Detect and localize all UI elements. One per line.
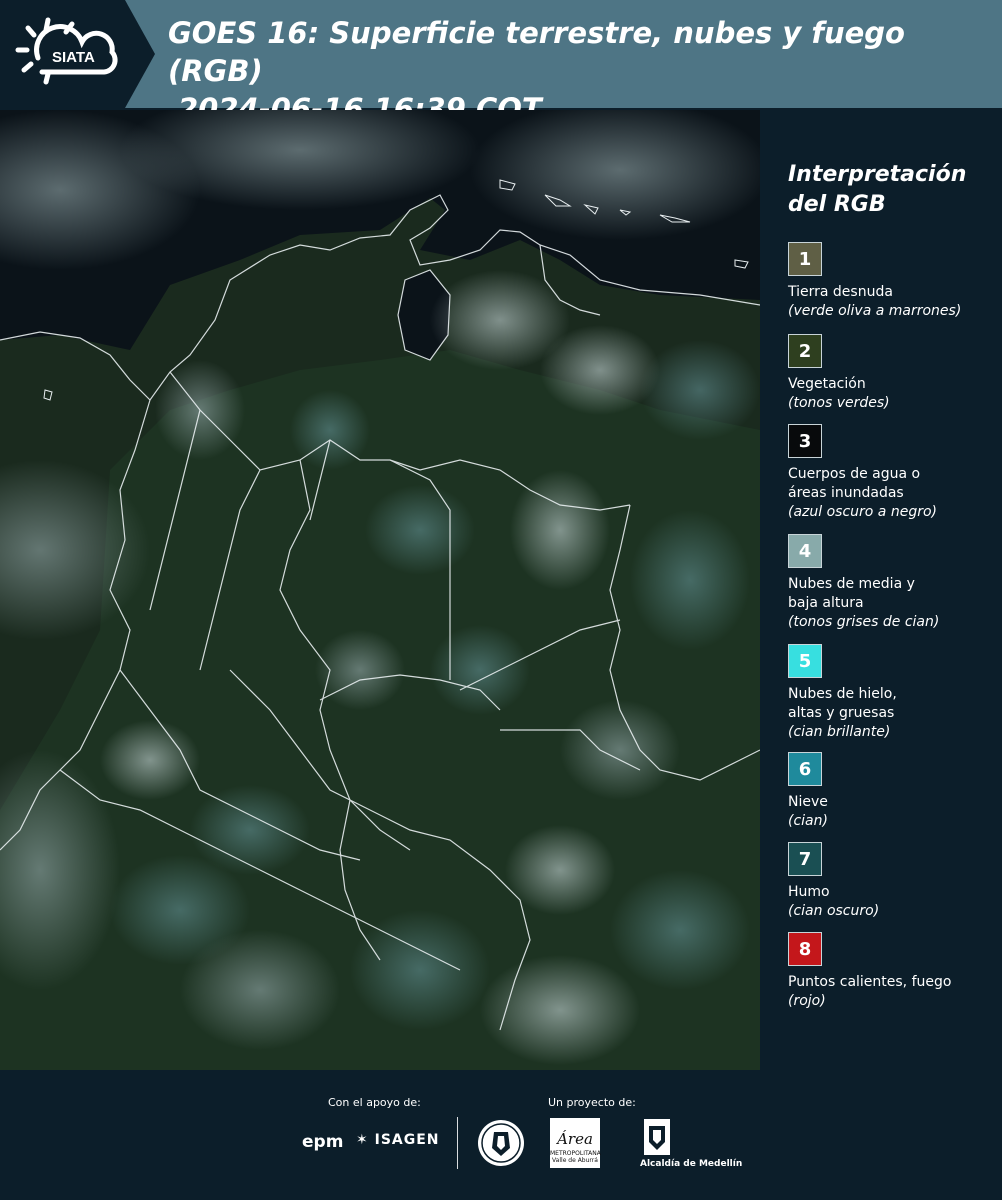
- header-bar: SIATA GOES 16: Superficie terrestre, nub…: [0, 0, 1002, 126]
- legend-swatch: 8: [788, 932, 822, 966]
- legend-item-label: Humo: [788, 884, 830, 900]
- legend-item-low-clouds: 4 Nubes de media y baja altura (tonos gr…: [788, 534, 948, 632]
- legend-item-note: (cian brillante): [788, 724, 891, 740]
- siata-logo-badge: SIATA: [0, 0, 155, 108]
- legend-title: Interpretación del RGB: [788, 160, 998, 220]
- legend-swatch: 6: [788, 752, 822, 786]
- legend-item-bare-soil: 1 Tierra desnuda (verde oliva a marrones…: [788, 242, 961, 321]
- legend-swatch: 3: [788, 424, 822, 458]
- legend-item-label: Puntos calientes, fuego: [788, 974, 952, 990]
- epm-logo: epm: [302, 1132, 344, 1152]
- siata-logo: SIATA: [0, 0, 155, 108]
- legend-item-note: (tonos verdes): [788, 395, 890, 411]
- legend-item-note: (cian): [788, 813, 828, 829]
- satellite-map[interactable]: [0, 110, 760, 1070]
- legend-swatch: 4: [788, 534, 822, 568]
- seal-icon: [478, 1120, 524, 1166]
- legend-swatch: 2: [788, 334, 822, 368]
- legend-panel: Interpretación del RGB 1 Tierra desnuda …: [788, 160, 998, 1009]
- legend-item-label: Tierra desnuda: [788, 284, 893, 300]
- alcaldia-shield-icon: [644, 1119, 670, 1155]
- alcaldia-logo-text: Alcaldía de Medellín: [640, 1159, 743, 1169]
- area-logo-subtext: METROPOLITANA Valle de Aburrá: [550, 1150, 601, 1164]
- isagen-logo: ✶ ISAGEN: [356, 1132, 440, 1148]
- footer-divider: [457, 1117, 458, 1169]
- legend-item-label: Nubes de media y baja altura: [788, 576, 915, 611]
- title-line-1: GOES 16: Superficie terrestre, nubes y f…: [168, 16, 905, 88]
- isagen-star-icon: ✶: [356, 1132, 369, 1148]
- legend-item-smoke: 7 Humo (cian oscuro): [788, 842, 879, 921]
- legend-item-label: Nieve: [788, 794, 828, 810]
- legend-item-fire: 8 Puntos calientes, fuego (rojo): [788, 932, 951, 1011]
- legend-swatch: 5: [788, 644, 822, 678]
- isagen-logo-text: ISAGEN: [374, 1132, 440, 1148]
- area-metropolitana-logo: Área METROPOLITANA Valle de Aburrá: [550, 1118, 601, 1168]
- legend-item-note: (verde oliva a marrones): [788, 303, 962, 319]
- legend-swatch: 7: [788, 842, 822, 876]
- svg-text:SIATA: SIATA: [52, 49, 95, 66]
- legend-item-label: Nubes de hielo, altas y gruesas: [788, 686, 897, 721]
- area-logo-text: Área: [557, 1130, 593, 1148]
- legend-item-water: 3 Cuerpos de agua o áreas inundadas (azu…: [788, 424, 978, 522]
- project-label: Un proyecto de:: [548, 1096, 636, 1109]
- legend-item-note: (rojo): [788, 993, 826, 1009]
- support-label: Con el apoyo de:: [328, 1096, 421, 1109]
- legend-item-snow: 6 Nieve (cian): [788, 752, 828, 831]
- legend-item-ice-clouds: 5 Nubes de hielo, altas y gruesas (cian …: [788, 644, 928, 742]
- legend-item-note: (azul oscuro a negro): [788, 504, 937, 520]
- legend-item-note: (tonos grises de cian): [788, 614, 940, 630]
- legend-title-line-1: Interpretación: [788, 162, 967, 187]
- legend-item-vegetation: 2 Vegetación (tonos verdes): [788, 334, 890, 413]
- footer-bar: Con el apoyo de: Un proyecto de: epm ✶ I…: [0, 1072, 1002, 1200]
- satellite-map-image: [0, 110, 760, 1070]
- legend-item-note: (cian oscuro): [788, 903, 880, 919]
- legend-swatch: 1: [788, 242, 822, 276]
- legend-title-line-2: del RGB: [788, 192, 886, 217]
- legend-item-label: Vegetación: [788, 376, 866, 392]
- legend-item-label: Cuerpos de agua o áreas inundadas: [788, 466, 921, 501]
